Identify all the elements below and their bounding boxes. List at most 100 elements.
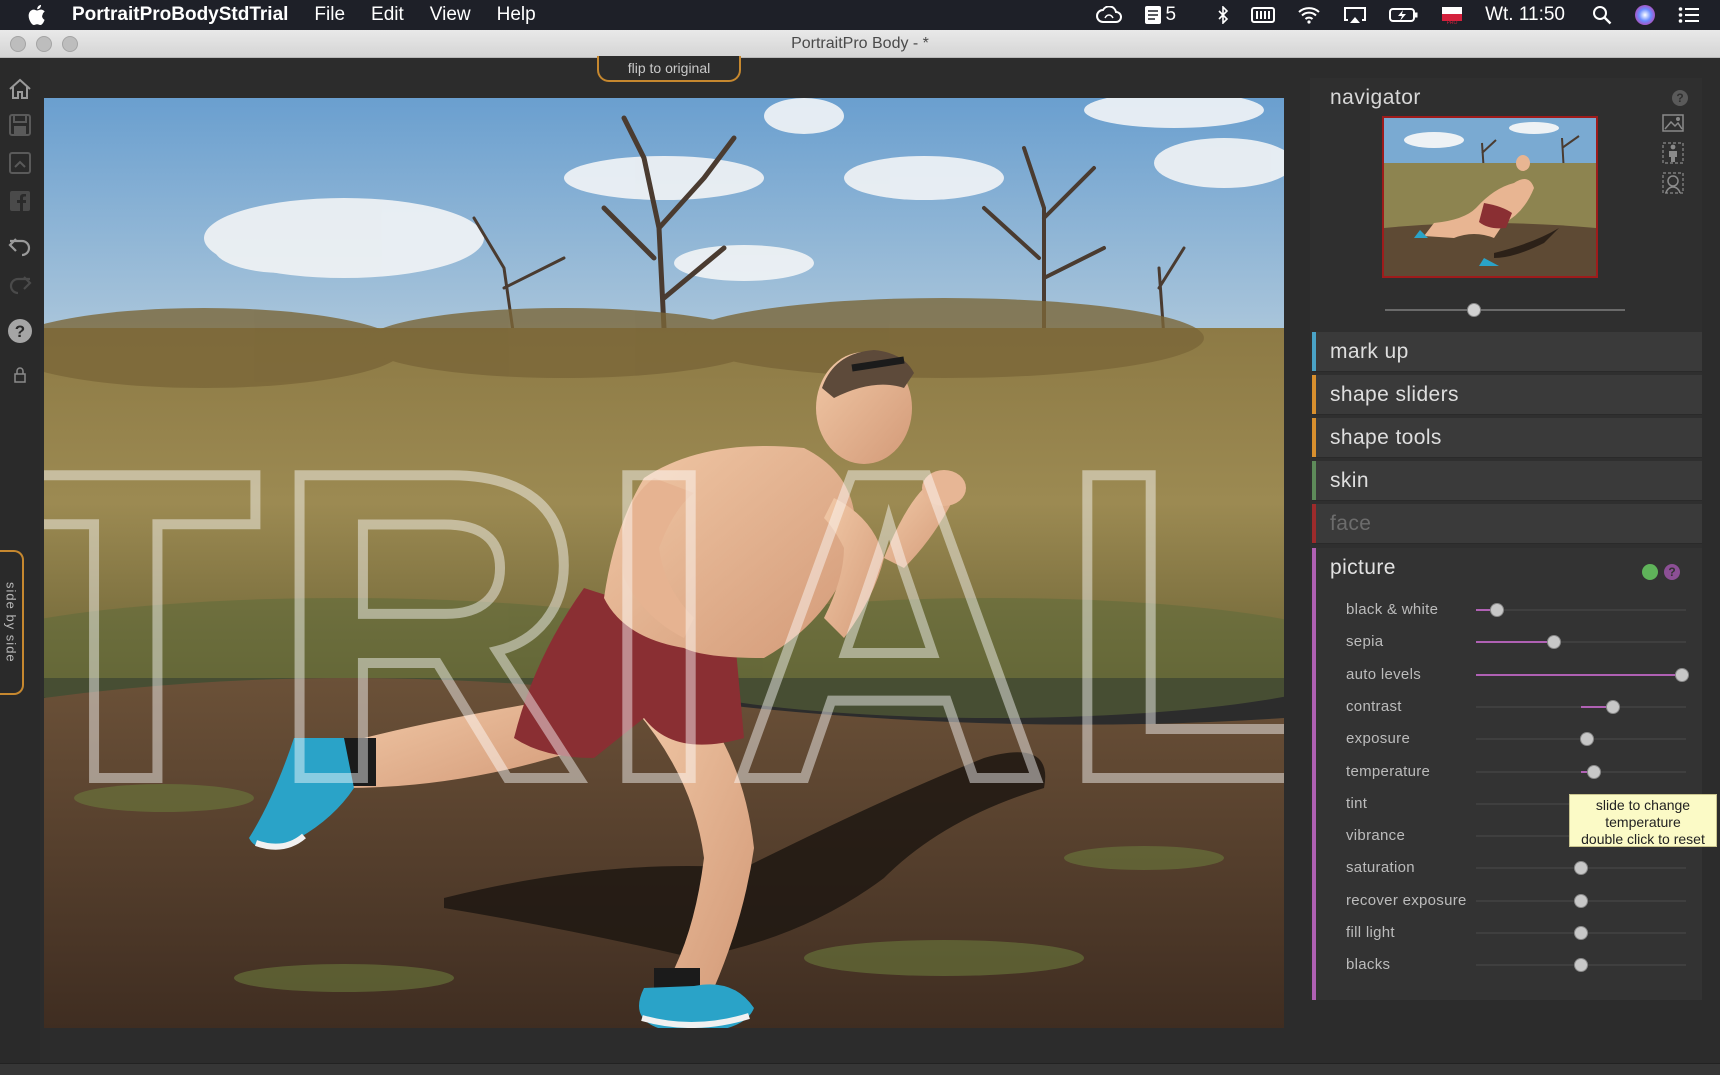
section-accent [1312, 332, 1316, 371]
temperature-tooltip: slide to change temperature double click… [1569, 794, 1717, 847]
home-icon[interactable] [5, 74, 35, 104]
tooltip-line-3: double click to reset [1581, 831, 1705, 847]
slider-label: blacks [1346, 956, 1391, 974]
menu-edit[interactable]: Edit [371, 4, 404, 26]
slider-row-blacks: blacks [1312, 949, 1702, 981]
photo-canvas[interactable]: TRIAL [44, 98, 1284, 1028]
slider-knob[interactable] [1490, 603, 1504, 617]
notification-center-icon[interactable] [1678, 6, 1700, 24]
tooltip-line-2: temperature [1605, 814, 1681, 830]
slider-knob[interactable] [1574, 958, 1588, 973]
section-face: face [1312, 504, 1702, 544]
slider-knob[interactable] [1574, 893, 1588, 908]
facebook-icon[interactable] [5, 186, 35, 216]
window-title: PortraitPro Body - * [791, 34, 929, 52]
lock-icon[interactable] [5, 360, 35, 390]
zoom-slider-knob[interactable] [1466, 303, 1481, 317]
slider-fill [1476, 673, 1682, 676]
menu-view[interactable]: View [430, 4, 471, 26]
minimize-window-button[interactable] [36, 36, 52, 52]
slider-knob[interactable] [1605, 699, 1620, 714]
slider-row-temperature: temperature [1312, 756, 1702, 788]
slider-label: tint [1346, 794, 1368, 812]
slider-knob[interactable] [1586, 764, 1601, 779]
app-name-menu[interactable]: PortraitProBodyStdTrial [72, 4, 288, 26]
menu-file[interactable]: File [314, 4, 345, 26]
zoom-slider[interactable] [1385, 303, 1625, 317]
save-as-icon[interactable] [5, 148, 35, 178]
section-label: shape sliders [1330, 382, 1459, 406]
clock[interactable]: Wt. 11:50 [1485, 4, 1565, 26]
tooltip-line-1: slide to change [1595, 797, 1691, 813]
slider-label: saturation [1346, 859, 1415, 877]
navigator-help-icon[interactable]: ? [1672, 90, 1688, 106]
redo-icon[interactable] [5, 270, 35, 300]
svg-text:PRO: PRO [1447, 20, 1458, 24]
section-accent [1312, 375, 1316, 414]
flag-icon[interactable]: PRO [1441, 6, 1463, 24]
siri-icon[interactable] [1634, 4, 1656, 26]
slider-knob[interactable] [1580, 732, 1595, 747]
slider-row-contrast: contrast [1312, 691, 1702, 723]
bluetooth-icon[interactable] [1217, 6, 1229, 24]
svg-text:?: ? [15, 322, 25, 341]
fit-body-icon[interactable] [1660, 140, 1686, 166]
slider-row-auto-levels: auto levels [1312, 659, 1702, 691]
slider-knob[interactable] [1574, 926, 1588, 940]
slider-label: recover exposure [1346, 891, 1467, 909]
airplay-icon[interactable] [1343, 6, 1367, 24]
navigator-help-glyph: ? [1676, 91, 1684, 105]
side-by-side-tab[interactable]: side by side [0, 550, 24, 695]
slider-label: vibrance [1346, 827, 1406, 845]
slider-row-recover-exposure: recover exposure [1312, 885, 1702, 917]
picture-title[interactable]: picture [1330, 556, 1396, 580]
navigator-thumbnail[interactable] [1382, 116, 1598, 278]
section-shape-sliders[interactable]: shape sliders [1312, 375, 1702, 415]
section-mark-up[interactable]: mark up [1312, 332, 1702, 372]
fit-face-icon[interactable] [1660, 170, 1686, 196]
help-icon[interactable]: ? [5, 316, 35, 346]
menu-help[interactable]: Help [497, 4, 536, 26]
slider-row-saturation: saturation [1312, 852, 1702, 884]
side-by-side-label: side by side [3, 582, 19, 663]
notes-icon[interactable]: 5 [1144, 4, 1176, 26]
slider-fill [1476, 641, 1554, 644]
section-picture: picture ? black & white sepia auto levels c… [1312, 548, 1702, 1000]
apple-icon[interactable] [28, 4, 50, 26]
slider-track[interactable] [1476, 609, 1686, 611]
section-accent [1312, 418, 1316, 457]
picture-help-icon[interactable]: ? [1664, 564, 1680, 580]
flip-to-original-button[interactable]: flip to original [597, 56, 741, 82]
save-icon[interactable] [5, 110, 35, 140]
undo-icon[interactable] [5, 232, 35, 262]
battery-icon[interactable] [1389, 6, 1419, 24]
section-shape-tools[interactable]: shape tools [1312, 418, 1702, 458]
status-area: 5 PRO Wt. 11:50 [1085, 0, 1720, 30]
zoom-window-button[interactable] [62, 36, 78, 52]
slider-label: contrast [1346, 697, 1402, 715]
left-toolbar: ? side by side [0, 58, 40, 1063]
slider-label: temperature [1346, 762, 1431, 780]
menu-bar: PortraitProBodyStdTrial File Edit View H… [0, 0, 1720, 30]
slider-label: fill light [1346, 924, 1395, 941]
fit-image-icon[interactable] [1660, 110, 1686, 136]
zoom-slider-track [1385, 309, 1625, 311]
navigator-title: navigator [1330, 86, 1421, 109]
right-panel: navigator ? mark up shape sliders shape … [1310, 78, 1702, 1000]
wifi-icon[interactable] [1297, 6, 1321, 24]
slider-knob[interactable] [1574, 861, 1588, 876]
search-icon[interactable] [1592, 5, 1612, 25]
slider-label: exposure [1346, 730, 1411, 748]
slider-row-black-white: black & white [1312, 594, 1702, 626]
slider-label: sepia [1346, 633, 1384, 651]
slider-knob[interactable] [1546, 635, 1561, 650]
flip-to-original-label: flip to original [627, 60, 711, 76]
memory-icon[interactable] [1251, 6, 1276, 24]
section-label: shape tools [1330, 425, 1442, 449]
slider-knob[interactable] [1674, 667, 1689, 682]
slider-row-fill-light: fill light [1312, 917, 1702, 949]
section-skin[interactable]: skin [1312, 461, 1702, 501]
creative-cloud-icon[interactable] [1095, 6, 1122, 24]
close-window-button[interactable] [10, 36, 26, 52]
picture-enabled-indicator[interactable] [1642, 564, 1658, 580]
